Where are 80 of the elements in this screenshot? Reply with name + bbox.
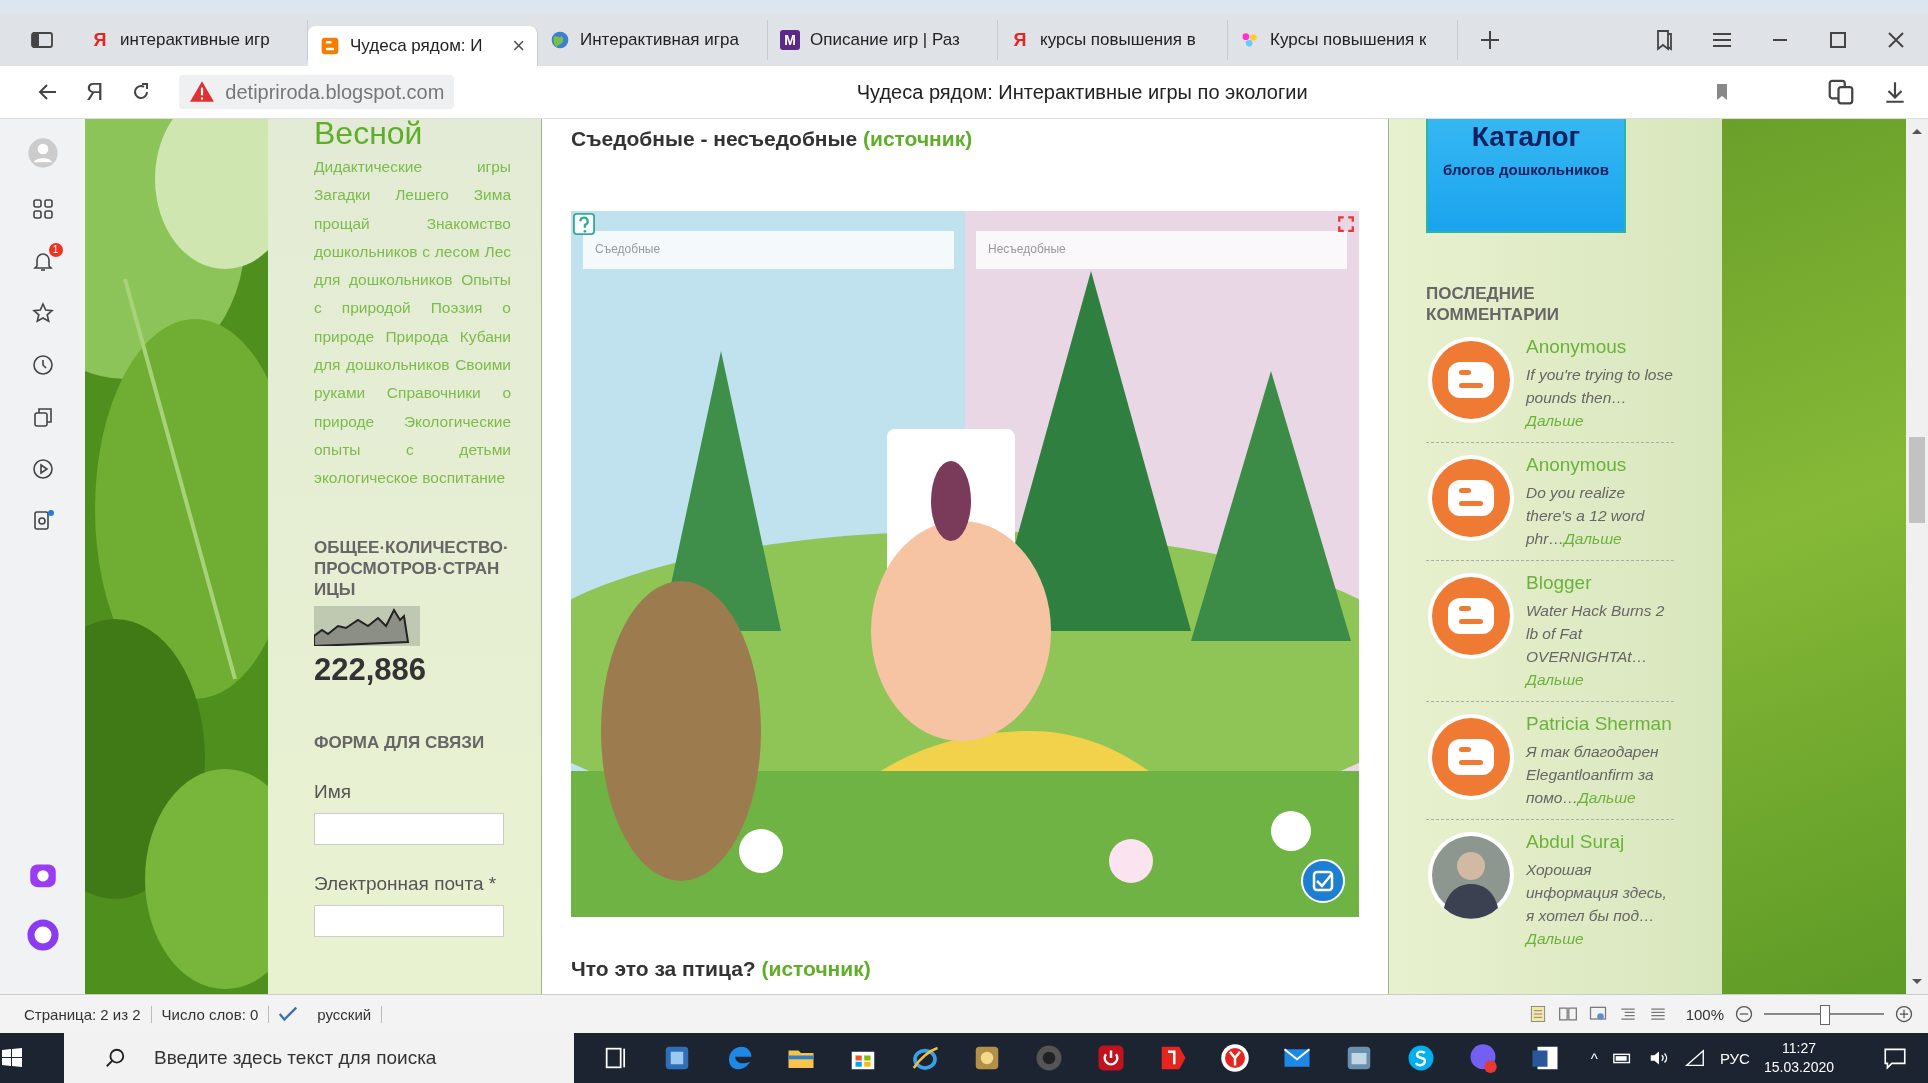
view-count: 222,886 xyxy=(314,651,428,688)
logo-avatar-icon xyxy=(1426,571,1516,661)
notification-badge: 1 xyxy=(48,243,63,257)
widget-heading: ПОСЛЕДНИЕ КОММЕНТАРИИ xyxy=(1426,283,1560,325)
zoom-out-icon[interactable] xyxy=(1734,1004,1754,1024)
search-icon xyxy=(104,1047,126,1069)
power-icon[interactable] xyxy=(1096,1043,1126,1073)
input-field[interactable] xyxy=(314,812,504,845)
drop-zone[interactable]: Несъедобные xyxy=(976,231,1347,269)
comment-text: Я так благодарен Elegantloanfirm за помо…Дальше xyxy=(1526,742,1660,808)
fullscreen-icon[interactable] xyxy=(1337,215,1355,233)
logo-avatar-icon xyxy=(1426,453,1516,543)
yandex-icon: Я xyxy=(1010,30,1030,50)
author-link[interactable]: Anonymous xyxy=(1526,335,1674,359)
widget-heading: ОБЩЕЕ·КОЛИЧЕСТВО·ПРОСМОТРОВ·СТРАНИЦЫ xyxy=(314,536,510,600)
post-title: Что это за птица? (источник) xyxy=(571,957,872,981)
search-field[interactable]: Введите здесь текст для поиска xyxy=(64,1033,574,1083)
widget-title: Весной xyxy=(314,119,424,151)
page-count[interactable]: Страница: 2 из 2 xyxy=(14,1005,152,1023)
word-count[interactable]: Число слов: 0 xyxy=(151,1005,270,1023)
more-link[interactable]: Дальше xyxy=(1526,412,1584,429)
browser-tab[interactable]: Я курсы повышения в xyxy=(998,20,1228,60)
post-title: Съедобные - несъедобные (источник) xyxy=(571,127,974,151)
more-link[interactable]: Дальше xyxy=(1526,930,1584,947)
banner-title: Каталог xyxy=(1471,120,1581,153)
assistant-icon[interactable] xyxy=(25,918,60,952)
more-link[interactable]: Дальше xyxy=(1526,671,1584,688)
source-link[interactable]: (источник) xyxy=(761,957,871,980)
comment-text: If you're trying to lose pounds then… Дальше xyxy=(1526,365,1674,431)
browser-tab[interactable]: M Описание игр | Раз xyxy=(768,20,998,60)
language-indicator[interactable]: РУС xyxy=(1719,1049,1750,1067)
tray-caret[interactable]: ^ xyxy=(1590,1049,1598,1067)
yandex-icon: Я xyxy=(90,30,110,50)
flowers-icon xyxy=(1240,30,1260,50)
language-indicator[interactable]: русский xyxy=(307,1005,383,1023)
search-input[interactable]: Введите здесь текст для поиска xyxy=(152,1046,516,1070)
author-link[interactable]: Anonymous xyxy=(1526,453,1674,477)
comment-text: Water Hack Burns 2 lb of Fat OVERNIGHTAt… Дальше xyxy=(1526,601,1666,690)
clock[interactable]: 11:27 15.03.2020 xyxy=(1763,1039,1834,1077)
more-link[interactable]: Дальше xyxy=(1577,789,1636,806)
zoom-slider[interactable] xyxy=(1820,1005,1830,1025)
logo-avatar-icon xyxy=(1426,335,1516,425)
comment-text: Do you realize there's a 12 word phr…Дальше xyxy=(1526,483,1646,549)
browser-tab[interactable]: Интерактивная игра xyxy=(538,20,768,60)
zoom-in-icon[interactable] xyxy=(1894,1004,1914,1024)
translate-icon[interactable] xyxy=(1826,77,1856,107)
help-icon[interactable] xyxy=(573,213,595,235)
author-link[interactable]: Patricia Sherman xyxy=(1526,712,1674,736)
catalog-banner[interactable]: Каталог блогов дошкольников xyxy=(1426,119,1626,233)
browser-icon[interactable] xyxy=(1220,1043,1250,1073)
comment-text: Хорошая информация здесь, я хотел бы под… Дальше xyxy=(1526,860,1668,949)
logo-avatar-icon xyxy=(1426,712,1516,802)
field-label: Электронная почта * xyxy=(314,872,498,895)
start-icon[interactable] xyxy=(0,1046,24,1070)
globe-icon xyxy=(550,30,570,50)
home-button[interactable]: Я xyxy=(86,78,104,106)
avatar-icon xyxy=(1426,830,1516,920)
star-icon[interactable] xyxy=(30,301,55,325)
input-field[interactable] xyxy=(314,904,504,937)
check-button[interactable] xyxy=(1301,859,1345,903)
source-link[interactable]: (источник) xyxy=(863,127,973,150)
letter-icon: M xyxy=(780,30,800,50)
b-logo-icon xyxy=(320,36,340,56)
scrollbar-thumb[interactable] xyxy=(1909,437,1925,523)
widget-heading: ФОРМА ДЛЯ СВЯЗИ xyxy=(314,731,486,753)
more-link[interactable]: Дальше xyxy=(1563,530,1622,547)
browser-tab[interactable]: Курсы повышения к xyxy=(1228,20,1458,60)
grid-icon[interactable] xyxy=(30,197,55,221)
banner-subtitle: блогов дошкольников xyxy=(1443,161,1609,178)
drop-zone[interactable]: Съедобные xyxy=(583,231,954,269)
play-icon[interactable] xyxy=(30,457,55,481)
author-link[interactable]: Abdul Suraj xyxy=(1526,830,1674,854)
page-title: Чудеса рядом: Интерактивные игры по экологии xyxy=(855,80,1309,104)
clock-icon[interactable] xyxy=(30,353,55,377)
browser-tab[interactable]: Чудеса рядом: И × xyxy=(308,26,538,66)
new-tab-icon[interactable] xyxy=(1478,28,1502,52)
author-link[interactable]: Blogger xyxy=(1526,571,1674,595)
warning-icon xyxy=(189,79,216,105)
field-label: Имя xyxy=(314,780,352,803)
zoom-level[interactable]: 100% xyxy=(1685,1005,1724,1023)
